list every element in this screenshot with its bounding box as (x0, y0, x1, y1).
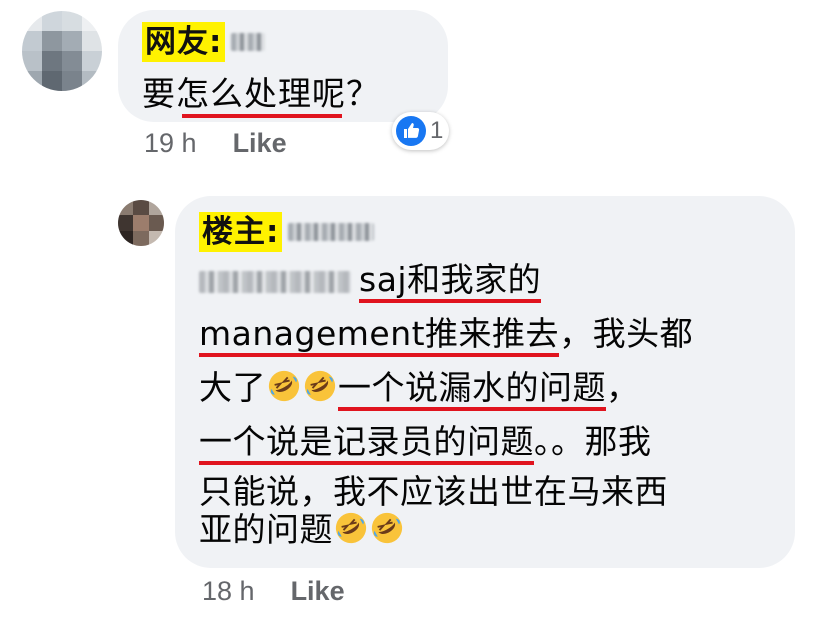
like-button[interactable]: Like (291, 576, 345, 607)
text-span: 只能说，我不应该出世在马来西 (199, 472, 668, 511)
text-span: 亚的问题 (199, 510, 333, 549)
underlined-text: 一个说漏水的问题 (338, 369, 606, 411)
text-span: ，我头都 (559, 314, 694, 353)
timestamp[interactable]: 18 h (202, 576, 255, 607)
censored-name (231, 33, 266, 51)
rolling-on-floor-laughing-icon (371, 512, 403, 544)
replier-avatar[interactable] (118, 200, 164, 246)
like-button[interactable]: Like (233, 128, 287, 159)
reply-text-line: 亚的问题 (199, 510, 405, 550)
reaction-count: 1 (430, 117, 444, 144)
author-tag: 网友: (142, 22, 226, 62)
rolling-on-floor-laughing-icon (268, 370, 300, 402)
comment-bubble: 网友: 要怎么处理呢？ (118, 10, 448, 122)
timestamp[interactable]: 19 h (144, 128, 197, 159)
author-row: 楼主: (199, 212, 375, 252)
author-tag: 楼主: (199, 212, 283, 252)
reply-text-line: 只能说，我不应该出世在马来西 (199, 472, 668, 512)
underlined-text: management推来推去 (199, 315, 560, 357)
censored-name (288, 223, 375, 241)
comment-text: 要怎么处理呢？ (142, 74, 380, 113)
text-span: ， (606, 368, 640, 407)
reply-bubble: 楼主: saj和我家的 management推来推去，我头都 大了 一个说漏水的问… (175, 196, 795, 568)
rolling-on-floor-laughing-icon (335, 512, 367, 544)
reply-text-line: 一个说是记录员的问题。。那我 (199, 422, 652, 465)
text-span: 。。那我 (534, 422, 652, 461)
comment-meta: 19 h Like (144, 128, 287, 159)
text-span: 大了 (199, 368, 266, 407)
rolling-on-floor-laughing-icon (304, 370, 336, 402)
reply-text-line: saj和我家的 (199, 260, 542, 303)
like-thumb-icon (396, 116, 426, 146)
reply-text-line: management推来推去，我头都 (199, 314, 693, 357)
reply-text-line: 大了 一个说漏水的问题， (199, 368, 640, 411)
reaction-summary[interactable]: 1 (392, 112, 450, 150)
censored-mention[interactable] (199, 270, 351, 293)
underline-mark (182, 114, 342, 118)
reply-meta: 18 h Like (202, 576, 345, 607)
underlined-text: saj和我家的 (359, 261, 542, 303)
commenter-avatar[interactable] (22, 11, 102, 91)
underlined-text: 一个说是记录员的问题 (199, 423, 534, 465)
author-row: 网友: (142, 22, 266, 62)
